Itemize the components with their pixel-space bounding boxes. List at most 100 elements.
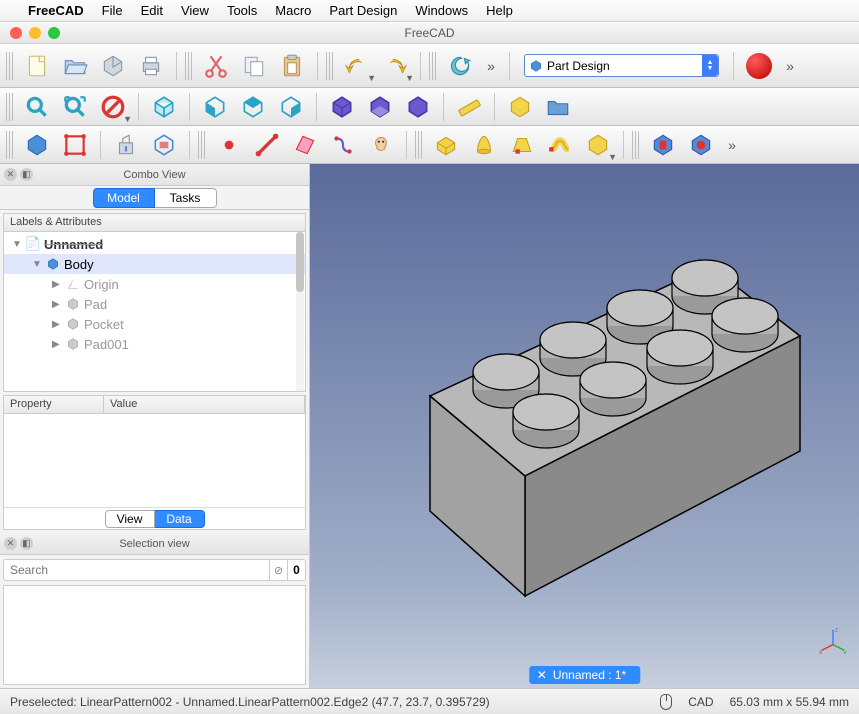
menu-windows[interactable]: Windows (415, 3, 468, 18)
new-document-button[interactable] (20, 49, 54, 83)
tab-model[interactable]: Model (93, 188, 155, 208)
paste-button[interactable] (275, 49, 309, 83)
menu-tools[interactable]: Tools (227, 3, 257, 18)
edit-sketch-button[interactable] (109, 128, 143, 162)
datum-cs-button[interactable] (326, 128, 360, 162)
macro-record-button[interactable] (746, 53, 772, 79)
cut-button[interactable] (199, 49, 233, 83)
print-button[interactable] (134, 49, 168, 83)
datum-plane-button[interactable] (288, 128, 322, 162)
menu-macro[interactable]: Macro (275, 3, 311, 18)
search-clear-button[interactable]: ⊘ (270, 559, 288, 581)
svg-text:y: y (843, 649, 847, 654)
toolbar-grip[interactable] (415, 131, 423, 159)
refresh-button[interactable] (443, 49, 477, 83)
additive-pipe-button[interactable] (543, 128, 577, 162)
tree-item-origin[interactable]: ▶ Origin (4, 274, 305, 294)
menu-view[interactable]: View (181, 3, 209, 18)
undo-button[interactable]: ▼ (340, 49, 374, 83)
toolbar-grip[interactable] (326, 52, 334, 80)
workbench-selector[interactable]: Part Design ▲▼ (524, 54, 719, 77)
fit-selection-button[interactable] (58, 90, 92, 124)
tree-item-pocket[interactable]: ▶ Pocket (4, 314, 305, 334)
tree-disclosure-icon[interactable]: ▼ (12, 239, 22, 250)
tree-item-pad[interactable]: ▶ Pad (4, 294, 305, 314)
panel-close-button[interactable]: ✕ (4, 537, 17, 550)
panel-float-button[interactable]: ◧ (20, 168, 33, 181)
toolbar-overflow-button[interactable]: » (780, 58, 800, 74)
menu-help[interactable]: Help (486, 3, 513, 18)
tree-item-pad001[interactable]: ▶ Pad001 (4, 334, 305, 354)
toolbar-grip[interactable] (198, 131, 206, 159)
window-close-button[interactable] (10, 27, 22, 39)
hole-button[interactable] (684, 128, 718, 162)
toolbar-grip[interactable] (429, 52, 437, 80)
selection-search-input[interactable] (3, 559, 270, 581)
redo-button[interactable]: ▼ (378, 49, 412, 83)
top-view-button[interactable] (236, 90, 270, 124)
toolbar-grip[interactable] (6, 93, 14, 121)
mouse-icon[interactable] (660, 694, 672, 710)
additive-loft-button[interactable] (505, 128, 539, 162)
tree-item-document[interactable]: ▼ 📄 Unnamed (4, 234, 305, 254)
pad-button[interactable] (429, 128, 463, 162)
3d-viewport[interactable]: z y x ✕ Unnamed : 1* (310, 164, 859, 688)
tree-disclosure-icon[interactable]: ▼ (32, 259, 42, 270)
datum-point-button[interactable] (212, 128, 246, 162)
shape-binder-button[interactable] (364, 128, 398, 162)
value-column-header[interactable]: Value (104, 396, 305, 413)
app-name[interactable]: FreeCAD (28, 3, 84, 18)
toolbar-grip[interactable] (6, 131, 14, 159)
menu-part-design[interactable]: Part Design (329, 3, 397, 18)
draw-style-button[interactable]: ▼ (96, 90, 130, 124)
workbench-dropdown-arrows[interactable]: ▲▼ (702, 55, 718, 76)
map-sketch-button[interactable] (147, 128, 181, 162)
document-tab-close-icon[interactable]: ✕ (537, 668, 547, 682)
fit-all-button[interactable] (20, 90, 54, 124)
axis-cross-widget[interactable]: z y x (819, 626, 847, 654)
window-zoom-button[interactable] (48, 27, 60, 39)
toolbar-grip[interactable] (6, 52, 14, 80)
lego-brick-model (310, 164, 859, 688)
create-sketch-button[interactable] (58, 128, 92, 162)
bottom-view-button[interactable] (363, 90, 397, 124)
isometric-view-button[interactable] (147, 90, 181, 124)
tree-disclosure-icon[interactable]: ▶ (52, 279, 62, 290)
document-tab[interactable]: ✕ Unnamed : 1* (529, 666, 640, 684)
measure-distance-button[interactable] (452, 90, 486, 124)
tab-tasks[interactable]: Tasks (155, 188, 217, 208)
toolbar-grip[interactable] (185, 52, 193, 80)
panel-close-button[interactable]: ✕ (4, 168, 17, 181)
additive-primitive-button[interactable]: ▼ (581, 128, 615, 162)
right-view-button[interactable] (274, 90, 308, 124)
pocket-button[interactable] (646, 128, 680, 162)
menu-file[interactable]: File (102, 3, 123, 18)
create-body-button[interactable] (20, 128, 54, 162)
combo-view-title: Combo View (123, 169, 185, 181)
toolbar-grip[interactable] (632, 131, 640, 159)
open-button[interactable] (58, 49, 92, 83)
tree-disclosure-icon[interactable]: ▶ (52, 339, 62, 350)
tab-property-data[interactable]: Data (155, 510, 205, 528)
tab-property-view[interactable]: View (105, 510, 155, 528)
save-button[interactable] (96, 49, 130, 83)
datum-line-button[interactable] (250, 128, 284, 162)
tree-disclosure-icon[interactable]: ▶ (52, 319, 62, 330)
revolution-button[interactable] (467, 128, 501, 162)
toolbar-overflow-button[interactable]: » (481, 58, 501, 74)
rear-view-button[interactable] (325, 90, 359, 124)
property-column-header[interactable]: Property (4, 396, 104, 413)
window-minimize-button[interactable] (29, 27, 41, 39)
copy-button[interactable] (237, 49, 271, 83)
status-nav-style[interactable]: CAD (688, 695, 713, 709)
tree-scroll-thumb[interactable] (296, 232, 304, 292)
group-button[interactable] (541, 90, 575, 124)
front-view-button[interactable] (198, 90, 232, 124)
panel-float-button[interactable]: ◧ (20, 537, 33, 550)
tree-item-body[interactable]: ▼ Body (4, 254, 305, 274)
menu-edit[interactable]: Edit (141, 3, 163, 18)
left-view-button[interactable] (401, 90, 435, 124)
part-button[interactable] (503, 90, 537, 124)
toolbar-overflow-button[interactable]: » (722, 137, 742, 153)
tree-disclosure-icon[interactable]: ▶ (52, 299, 62, 310)
